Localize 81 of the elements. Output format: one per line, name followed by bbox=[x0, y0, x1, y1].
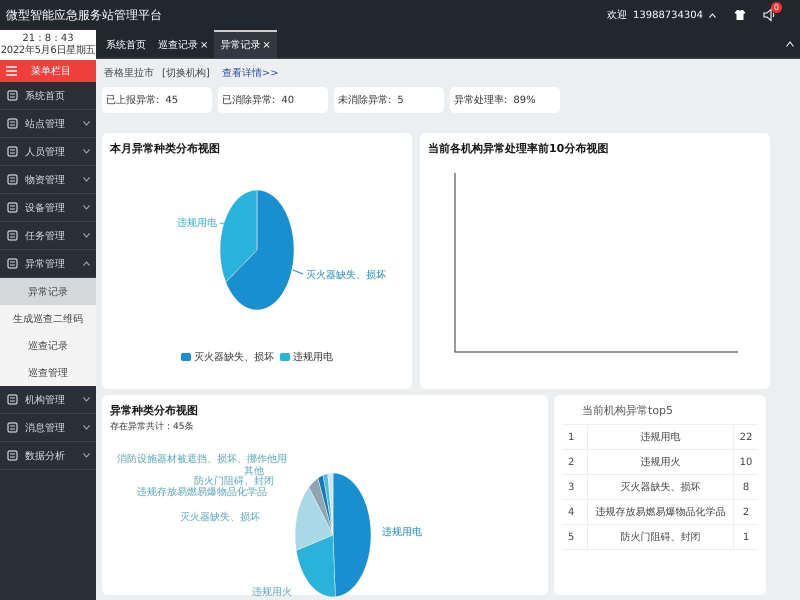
slice-label: 违规用电 bbox=[177, 218, 217, 229]
stat-label: 异常处理率: bbox=[454, 94, 508, 107]
slice-label: 其他 bbox=[244, 466, 264, 477]
speaker-icon[interactable] bbox=[762, 8, 776, 22]
menu-icon[interactable] bbox=[6, 66, 17, 76]
slice-label: 违规用火 bbox=[252, 587, 292, 597]
switch-link[interactable]: [切换机构] bbox=[162, 66, 210, 80]
table-cell: 3 bbox=[562, 474, 588, 500]
sidebar-item[interactable]: 系统首页 bbox=[0, 82, 96, 110]
tab[interactable]: 系统首页 bbox=[100, 30, 152, 58]
welcome-text: 欢迎 bbox=[607, 8, 627, 22]
tab[interactable]: 巡查记录 × bbox=[152, 30, 214, 58]
stat-label: 已消除异常: bbox=[222, 94, 276, 107]
city-name: 香格里拉市 bbox=[104, 66, 154, 80]
chevron-icon[interactable] bbox=[83, 177, 90, 182]
stat-value: 89% bbox=[513, 94, 536, 106]
legend-label: 违规用电 bbox=[293, 350, 333, 364]
clock-date: 2022年5月6日星期五 bbox=[0, 45, 96, 57]
table-title: 当前机构异常top5 bbox=[562, 399, 758, 425]
chevron-icon[interactable] bbox=[83, 121, 90, 126]
sidebar-item[interactable]: 机构管理 bbox=[0, 386, 96, 414]
submenu-item[interactable]: 异常记录 bbox=[0, 278, 96, 305]
chevron-icon[interactable] bbox=[83, 425, 90, 430]
table-cell: 1 bbox=[734, 524, 758, 550]
table-cell: 2 bbox=[562, 450, 588, 474]
chart-subtitle: 存在异常共计：45条 bbox=[109, 420, 194, 434]
table-cell: 违规存放易燃易爆物品化学品 bbox=[588, 500, 734, 524]
slice-label: 防火门阻碍、封闭 bbox=[194, 476, 274, 487]
slice-label: 消防设施器材被遮挡、损坏、挪作他用 bbox=[117, 454, 287, 465]
sidebar-item[interactable]: 数据分析 bbox=[0, 442, 96, 470]
table-cell: 2 bbox=[734, 500, 758, 524]
menu-title: 菜单栏目 bbox=[31, 64, 71, 78]
table-cell: 违规用火 bbox=[588, 450, 734, 474]
chevron-icon[interactable] bbox=[83, 397, 90, 402]
stat-value: 40 bbox=[281, 94, 294, 106]
stat-label: 未消除异常: bbox=[338, 94, 392, 107]
notification-badge: 0 bbox=[770, 2, 782, 13]
submenu-item[interactable]: 生成巡查二维码 bbox=[0, 305, 96, 332]
chart-title: 异常种类分布视图 bbox=[109, 403, 199, 418]
stat-label: 已上报异常: bbox=[106, 94, 160, 107]
chevron-icon[interactable] bbox=[83, 453, 90, 458]
shirt-icon[interactable] bbox=[734, 9, 746, 21]
clock-time: 21 : 8 : 43 bbox=[22, 33, 74, 45]
sidebar-item[interactable]: 站点管理 bbox=[0, 110, 96, 138]
table-cell: 灭火器缺失、损坏 bbox=[588, 474, 734, 500]
menu-header[interactable]: 菜单栏目 bbox=[0, 60, 96, 82]
table-cell: 5 bbox=[562, 524, 588, 550]
chart-title: 当前各机构异常处理率前10分布视图 bbox=[427, 141, 610, 156]
table-cell: 防火门阻碍、封闭 bbox=[588, 524, 734, 550]
tab[interactable]: 异常记录 × bbox=[214, 30, 277, 58]
table-cell: 4 bbox=[562, 500, 588, 524]
leader-line bbox=[292, 270, 304, 274]
slice-label: 灭火器缺失、损坏 bbox=[180, 512, 260, 523]
submenu-item[interactable]: 巡查管理 bbox=[0, 359, 96, 386]
caret-icon[interactable] bbox=[786, 41, 794, 47]
slice-label: 灭火器缺失、损坏 bbox=[306, 270, 386, 281]
stat-value: 5 bbox=[397, 94, 404, 106]
slice-label: 违规用电 bbox=[382, 527, 422, 538]
stat-value: 45 bbox=[165, 94, 178, 106]
caret-icon[interactable] bbox=[709, 12, 716, 18]
app-title: 微型智能应急服务站管理平台 bbox=[6, 6, 162, 24]
chevron-icon[interactable] bbox=[83, 205, 90, 210]
table-cell: 8 bbox=[734, 474, 758, 500]
table-cell: 1 bbox=[562, 425, 588, 450]
table-cell: 22 bbox=[734, 425, 758, 450]
sidebar-item[interactable]: 设备管理 bbox=[0, 194, 96, 222]
details-link[interactable]: 查看详情>> bbox=[222, 66, 279, 80]
chevron-icon[interactable] bbox=[83, 233, 90, 238]
sidebar-item[interactable]: 任务管理 bbox=[0, 222, 96, 250]
slice-label: 违规存放易燃易爆物品化学品 bbox=[137, 487, 267, 498]
submenu-item[interactable]: 巡查记录 bbox=[0, 332, 96, 359]
sidebar-item[interactable]: 消息管理 bbox=[0, 414, 96, 442]
chevron-icon[interactable] bbox=[83, 149, 90, 154]
table-cell: 违规用电 bbox=[588, 425, 734, 450]
table-cell: 10 bbox=[734, 450, 758, 474]
sidebar-item[interactable]: 物资管理 bbox=[0, 166, 96, 194]
sidebar-item[interactable]: 人员管理 bbox=[0, 138, 96, 166]
user-menu[interactable]: 13988734304 bbox=[633, 10, 703, 20]
legend-label: 灭火器缺失、损坏 bbox=[194, 350, 274, 364]
chart-title: 本月异常种类分布视图 bbox=[108, 141, 221, 156]
chevron-icon[interactable] bbox=[83, 261, 90, 266]
